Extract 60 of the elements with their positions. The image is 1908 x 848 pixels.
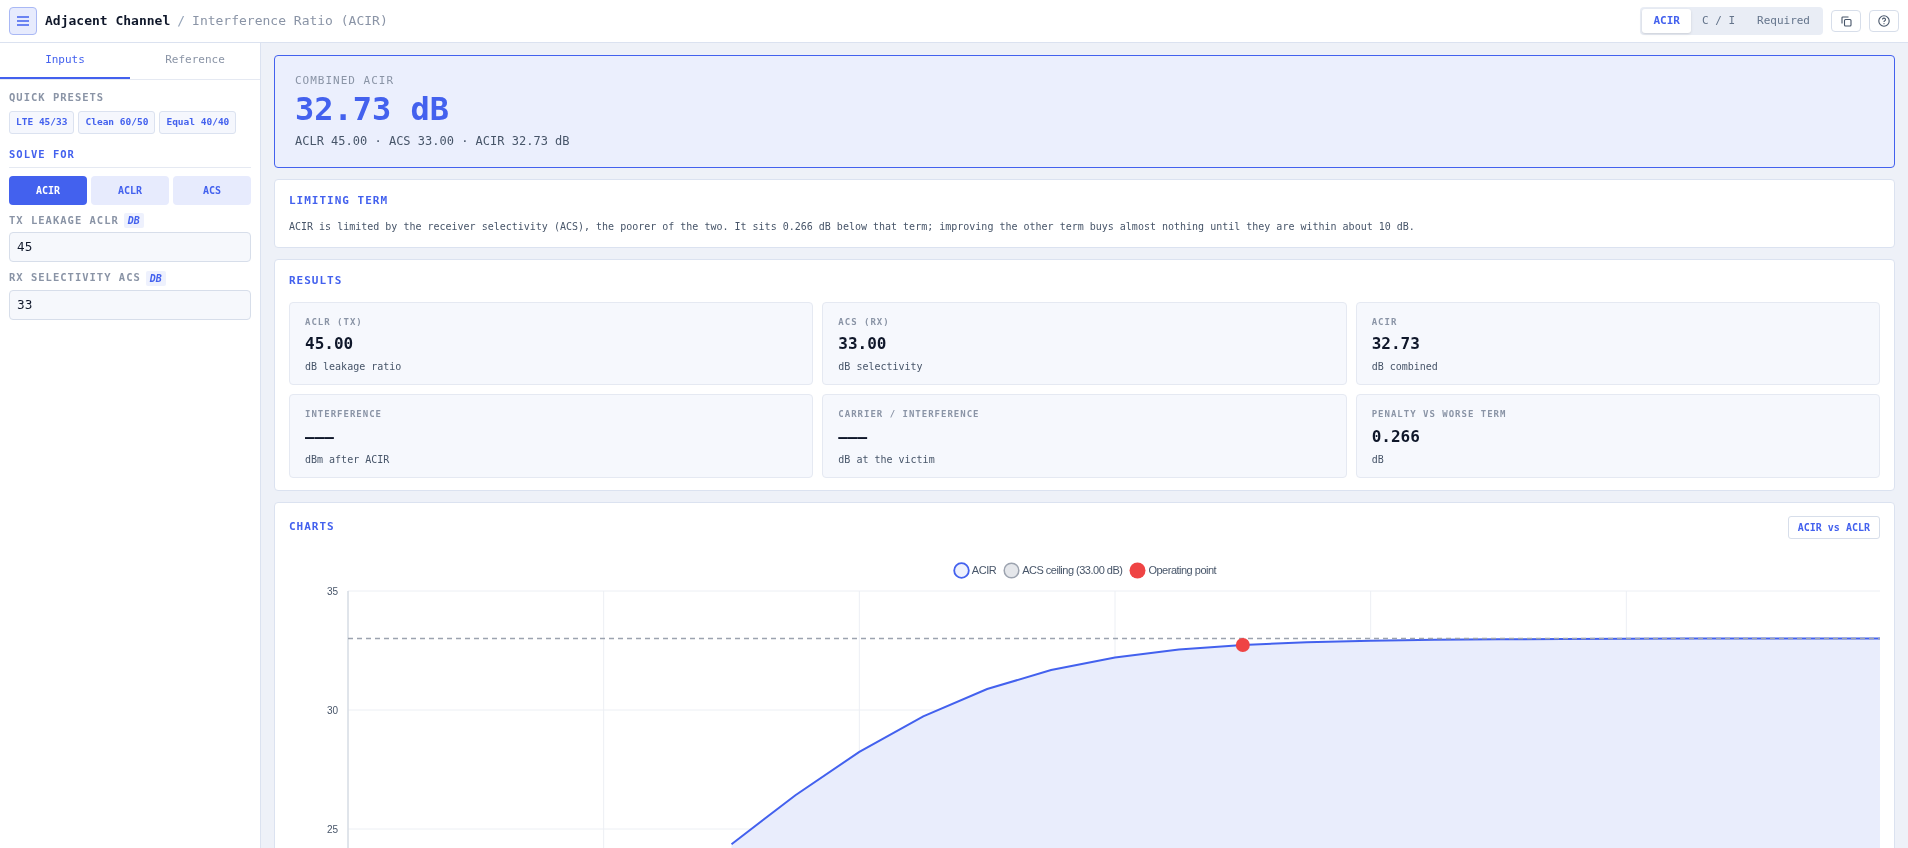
result-unit: dB selectivity [838, 360, 923, 374]
section-label: SOLVE FOR [9, 146, 75, 162]
result-label: ACLR (TX) [305, 315, 363, 329]
summary-detail: ACLR 45.00 · ACS 33.00 · ACIR 32.73 dB [295, 132, 570, 150]
legend-label: ACS ceiling (33.00 dB) [1022, 562, 1123, 578]
summary-value: 32.73 dB [295, 89, 450, 128]
card-title: RESULTS [289, 273, 343, 289]
preset-button[interactable]: Equal 40/40 [159, 110, 237, 134]
result-value: 32.73 [1371, 334, 1420, 354]
sidebar-tab[interactable]: Inputs [0, 43, 130, 79]
preset-button[interactable]: Clean 60/50 [78, 110, 156, 134]
result-unit: dBm after ACIR [305, 452, 390, 467]
solve-option[interactable]: ACIR [9, 175, 87, 205]
result-unit: dB leakage ratio [305, 360, 402, 374]
mode-tab[interactable]: ACIR [1642, 9, 1691, 33]
mode-tab[interactable]: Required [1746, 9, 1821, 33]
result-unit: dB [1371, 452, 1384, 467]
y-tick-label: 30 [326, 704, 338, 715]
field-label: RX SELECTIVITY ACS [9, 270, 141, 286]
solve-option[interactable]: ACLR [91, 175, 169, 205]
chart-view-button[interactable]: ACIR vs ACLR [1787, 515, 1880, 539]
y-tick-label: 35 [326, 585, 338, 596]
result-label: INTERFERENCE [305, 408, 383, 421]
y-tick-label: 25 [326, 823, 338, 834]
field-label: TX LEAKAGE ACLR [9, 212, 119, 228]
copy-icon [1840, 15, 1852, 27]
menu-button[interactable] [9, 7, 37, 35]
separator-slash: / [177, 12, 186, 31]
result-value: 0.266 [1371, 426, 1420, 447]
result-label: CARRIER / INTERFERENCE [838, 408, 980, 421]
result-value: ——— [305, 426, 334, 447]
legend-label: ACIR [971, 562, 997, 578]
result-label: ACIR [1371, 315, 1398, 329]
unit-badge: DB [123, 212, 144, 228]
result-value: ——— [838, 426, 868, 447]
section-label: QUICK PRESETS [9, 90, 105, 105]
preset-button[interactable]: LTE 45/33 [9, 110, 75, 134]
result-unit: dB at the victim [838, 452, 935, 467]
copy-button[interactable] [1831, 10, 1861, 32]
card-title: LIMITING TERM [289, 192, 389, 209]
limiting-text: ACIR is limited by the receiver selectivity (ACS), the poorer of the two. It sits 0.266 dB below that term; improving the other term buys almost nothing until they are within about 10 dB. [289, 220, 1415, 234]
card-title: CHARTS [289, 518, 335, 535]
result-unit: dB combined [1371, 360, 1438, 374]
number-input[interactable]: 45 [9, 232, 251, 263]
solve-option[interactable]: ACS [173, 175, 251, 205]
result-value: 33.00 [838, 334, 887, 354]
mode-tab[interactable]: C / I [1690, 9, 1746, 33]
app-title: Adjacent Channel [45, 12, 171, 31]
help-button[interactable] [1869, 10, 1899, 32]
number-input[interactable]: 33 [9, 290, 251, 320]
menu-icon [16, 15, 30, 27]
legend-label: Operating point [1148, 562, 1217, 578]
result-label: PENALTY VS WORSE TERM [1371, 408, 1507, 421]
sidebar-tab[interactable]: Reference [130, 43, 260, 79]
result-label: ACS (RX) [838, 315, 890, 329]
help-icon [1878, 15, 1890, 27]
summary-label: COMBINED ACIR [295, 73, 395, 89]
unit-badge: DB [145, 270, 166, 286]
app-subtitle: Interference Ratio (ACIR) [192, 12, 388, 31]
result-value: 45.00 [305, 334, 354, 354]
